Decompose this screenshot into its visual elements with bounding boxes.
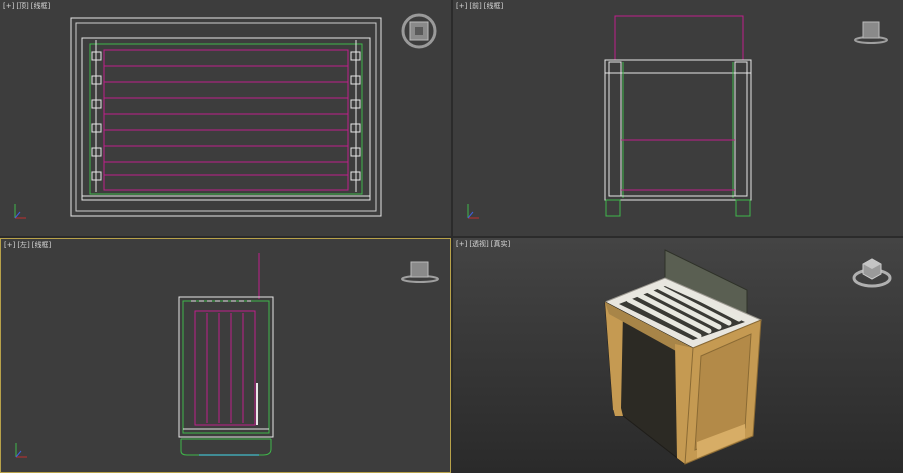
viewcube-perspective-icon[interactable] <box>453 238 903 473</box>
viewport-top[interactable]: [+] [顶] [线框] <box>0 0 451 236</box>
viewport-front[interactable]: [+] [前] [线框] <box>453 0 903 236</box>
viewport-perspective[interactable]: [+] [透视] [真实] <box>453 238 903 473</box>
viewcube-front-icon[interactable] <box>453 0 903 236</box>
viewcube-left-icon[interactable] <box>1 239 451 473</box>
viewcube-top-icon[interactable] <box>0 0 451 236</box>
viewport-left[interactable]: [+] [左] [线框] <box>0 238 451 473</box>
